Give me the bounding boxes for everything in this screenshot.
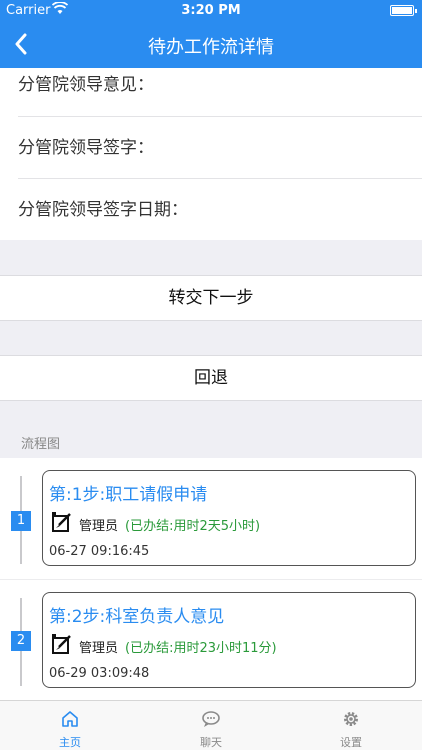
step-title: 第:2步:科室负责人意见: [49, 607, 225, 627]
gear-icon: [344, 712, 358, 726]
step-number-badge: 2: [11, 631, 31, 651]
tab-home[interactable]: 主页: [0, 701, 140, 750]
tab-label: 主页: [59, 736, 81, 749]
field-label-signature-date: 分管院领导签字日期：: [18, 200, 188, 220]
flow-chart-label: 流程图: [21, 437, 61, 452]
form-row-signature: 分管院领导签字：: [18, 116, 422, 178]
edit-user-icon: [52, 634, 71, 654]
step-status: (已办结:用时23小时11分): [125, 641, 277, 656]
field-label-signature: 分管院领导签字：: [18, 138, 154, 158]
battery-icon: [390, 5, 417, 16]
tab-label: 设置: [340, 736, 362, 749]
status-bar: Carrier 3:20 PM: [0, 0, 422, 20]
chat-icon: [202, 711, 220, 727]
clock-time: 3:20 PM: [181, 3, 241, 18]
divider: [0, 579, 422, 580]
flow-chart: 1 第:1步:职工请假申请 管理员 (已办结:用时2天5小时) 06-27 09…: [0, 458, 422, 700]
edit-user-icon: [52, 512, 71, 532]
approval-form: 分管院领导意见： 分管院领导签字： 分管院领导签字日期：: [0, 68, 422, 240]
step-title: 第:1步:职工请假申请: [49, 485, 208, 505]
step-number-badge: 1: [11, 511, 31, 531]
handler-name: 管理员: [79, 519, 119, 534]
tab-label: 聊天: [200, 736, 222, 749]
step-timestamp: 06-29 03:09:48: [49, 666, 150, 681]
rollback-button[interactable]: 回退: [0, 355, 422, 401]
handler-name: 管理员: [79, 641, 119, 656]
form-row-signature-date: 分管院领导签字日期：: [18, 178, 422, 240]
step-status: (已办结:用时2天5小时): [125, 519, 261, 534]
forward-next-step-button[interactable]: 转交下一步: [0, 275, 422, 321]
flow-step-card[interactable]: 第:2步:科室负责人意见 管理员 (已办结:用时23小时11分) 06-29 0…: [42, 592, 416, 688]
step-timestamp: 06-27 09:16:45: [49, 544, 150, 559]
home-icon: [62, 711, 78, 727]
form-row-opinion: 分管院领导意见：: [18, 54, 422, 116]
field-label-opinion: 分管院领导意见：: [18, 75, 154, 95]
flow-step-card[interactable]: 第:1步:职工请假申请 管理员 (已办结:用时2天5小时) 06-27 09:1…: [42, 470, 416, 566]
tab-settings[interactable]: 设置: [281, 701, 421, 750]
tab-chat[interactable]: 聊天: [141, 701, 281, 750]
tab-bar: 主页 聊天 设置: [0, 700, 422, 750]
